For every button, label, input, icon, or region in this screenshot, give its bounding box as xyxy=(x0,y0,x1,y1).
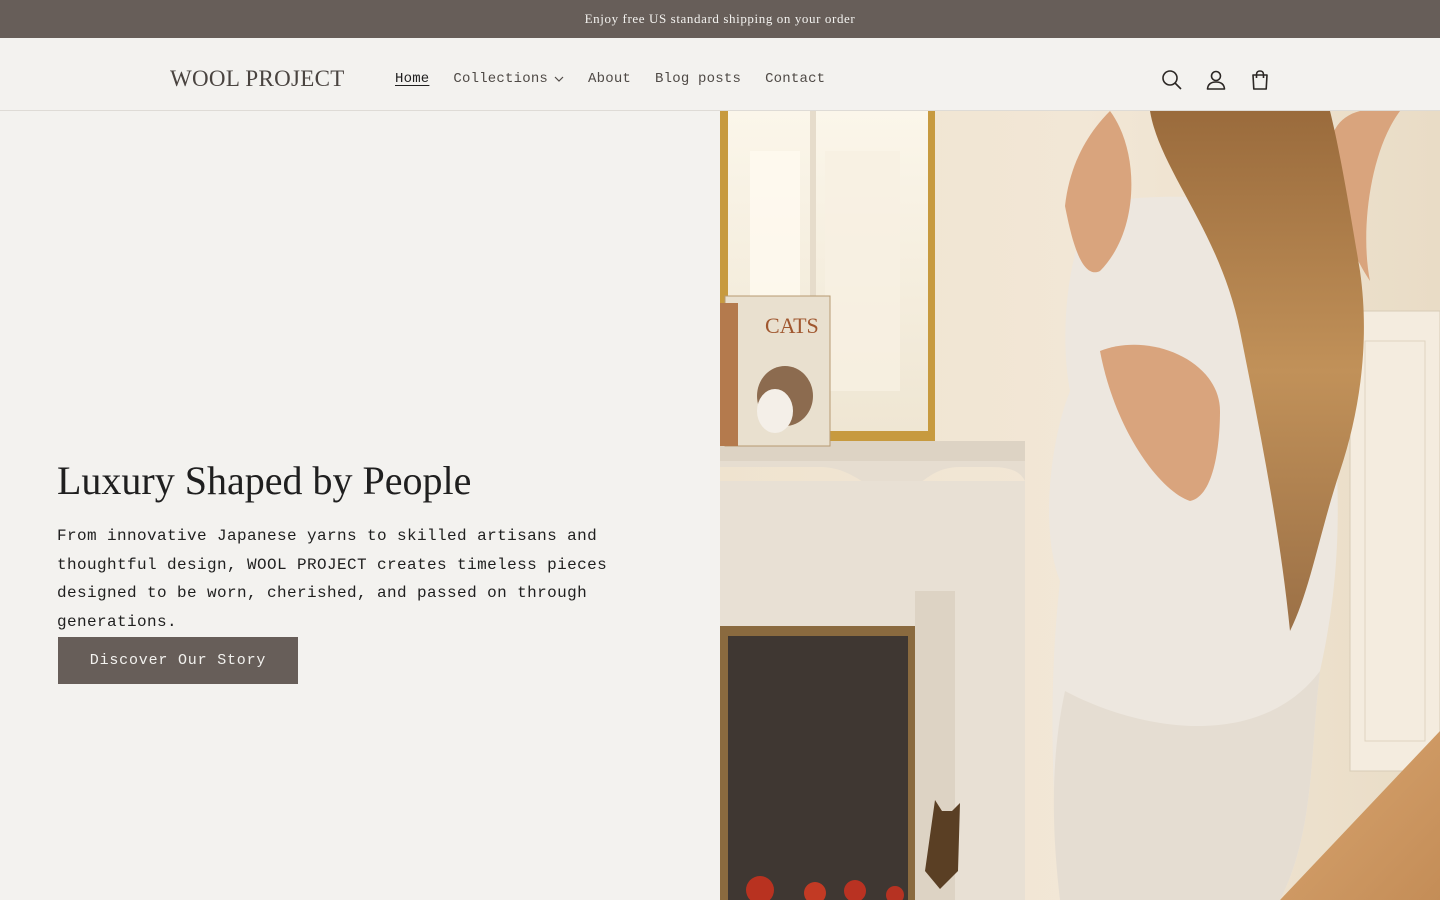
nav-item-home[interactable]: Home xyxy=(395,71,429,87)
nav-item-collections-label: Collections xyxy=(453,71,549,87)
header-icons xyxy=(1158,66,1290,94)
nav-item-collections[interactable]: Collections xyxy=(453,71,564,87)
nav-item-about[interactable]: About xyxy=(588,71,631,87)
hero-title: Luxury Shaped by People xyxy=(57,458,472,503)
main-nav: Home Collections About Blog posts Contac… xyxy=(395,71,849,87)
site-logo[interactable]: WOOL PROJECT xyxy=(170,66,345,92)
hero-image: CATS xyxy=(720,111,1440,900)
cart-icon xyxy=(1252,70,1268,90)
hero-content: Luxury Shaped by People From innovative … xyxy=(0,111,720,900)
account-button[interactable] xyxy=(1202,66,1230,94)
nav-item-blog-posts[interactable]: Blog posts xyxy=(655,71,741,87)
announcement-bar: Enjoy free US standard shipping on your … xyxy=(0,0,1440,38)
discover-story-button[interactable]: Discover Our Story xyxy=(58,637,298,684)
hero-text: From innovative Japanese yarns to skille… xyxy=(57,527,608,631)
cart-button[interactable] xyxy=(1246,66,1274,94)
account-icon xyxy=(1206,70,1226,90)
nav-item-contact[interactable]: Contact xyxy=(765,71,825,87)
search-icon xyxy=(1162,70,1182,90)
site-header: WOOL PROJECT Home Collections About Blog… xyxy=(0,38,1440,111)
search-button[interactable] xyxy=(1158,66,1186,94)
book-title: CATS xyxy=(765,313,819,338)
announcement-text: Enjoy free US standard shipping on your … xyxy=(584,11,856,26)
chevron-down-icon xyxy=(554,76,564,82)
hero-photo: CATS xyxy=(720,111,1440,900)
